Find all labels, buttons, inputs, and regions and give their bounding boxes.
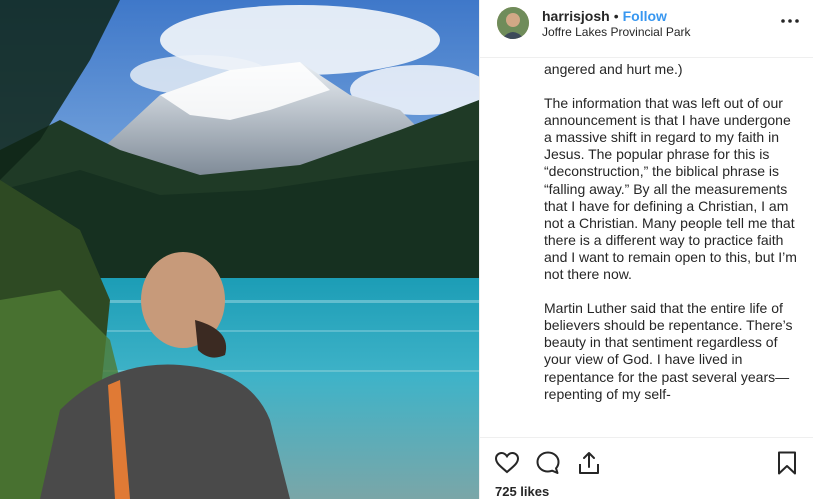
bookmark-icon[interactable] [774, 450, 800, 476]
caption-paragraph: The information that was left out of our… [544, 95, 797, 283]
caption-paragraph: angered and hurt me.) [544, 61, 683, 77]
username-link[interactable]: harrisjosh [542, 8, 610, 24]
separator-dot: • [613, 8, 619, 24]
location-link[interactable]: Joffre Lakes Provincial Park [542, 25, 691, 39]
post-photo[interactable] [0, 0, 479, 499]
post-side-panel: harrisjosh • Follow Joffre Lakes Provincia… [479, 0, 813, 499]
lake-mountain-photo [0, 0, 479, 499]
user-line: harrisjosh • Follow [542, 8, 667, 24]
share-icon[interactable] [576, 450, 602, 476]
heart-icon[interactable] [494, 450, 520, 476]
action-bar [480, 437, 813, 477]
post-header: harrisjosh • Follow Joffre Lakes Provincia… [480, 0, 813, 58]
follow-button[interactable]: Follow [623, 8, 667, 24]
instagram-post: harrisjosh • Follow Joffre Lakes Provincia… [0, 0, 813, 499]
likes-count[interactable]: 725 likes [495, 484, 549, 499]
avatar[interactable] [497, 7, 529, 39]
avatar-image [497, 7, 529, 39]
more-options-icon[interactable] [780, 11, 800, 31]
caption-text: angered and hurt me.) The information th… [544, 61, 799, 436]
comment-icon[interactable] [535, 450, 561, 476]
caption-paragraph: Martin Luther said that the entire life … [544, 300, 793, 402]
